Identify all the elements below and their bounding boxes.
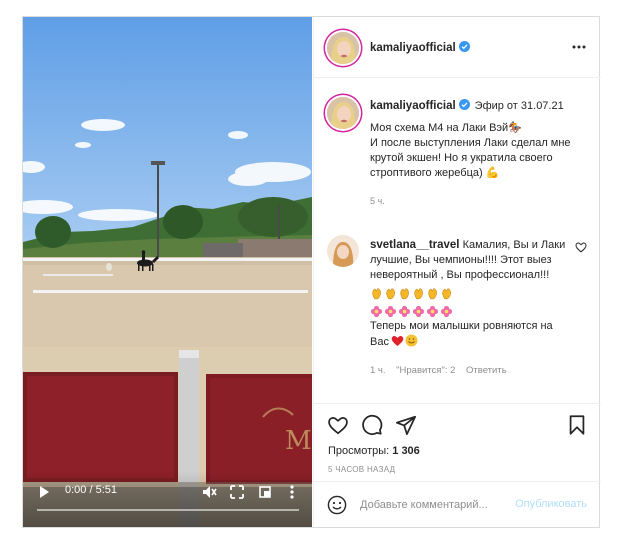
caption-username[interactable]: kamaliyaofficial bbox=[370, 99, 470, 112]
video-player[interactable]: M 0:00 / 5:51 bbox=[23, 17, 312, 527]
video-progress-bar[interactable] bbox=[37, 509, 299, 511]
add-comment-bar: Опубликовать bbox=[314, 481, 601, 527]
comment-input[interactable] bbox=[360, 496, 510, 514]
caption-age[interactable]: 5 ч. bbox=[370, 194, 588, 209]
comments-list[interactable]: kamaliyaofficial Эфир от 31.07.21 Моя схе… bbox=[314, 79, 601, 403]
smile-emoji bbox=[405, 334, 418, 347]
video-frame: M bbox=[23, 17, 312, 527]
publish-button[interactable]: Опубликовать bbox=[515, 498, 587, 510]
comment-likes[interactable]: "Нравится": 2 bbox=[396, 365, 455, 376]
flower-emoji bbox=[440, 305, 453, 318]
comment-age[interactable]: 1 ч. bbox=[370, 365, 386, 376]
clap-emoji bbox=[400, 288, 409, 300]
fullscreen-icon[interactable] bbox=[257, 484, 273, 500]
video-time: 0:00 / 5:51 bbox=[65, 484, 117, 496]
comment-icon[interactable] bbox=[361, 414, 383, 436]
play-icon[interactable] bbox=[37, 485, 51, 499]
picture-in-picture-icon[interactable] bbox=[229, 484, 245, 500]
flower-emoji bbox=[412, 305, 425, 318]
verified-icon bbox=[458, 41, 470, 52]
emoji-picker-icon[interactable] bbox=[327, 495, 347, 515]
clap-emoji bbox=[386, 288, 395, 300]
views-count[interactable]: Просмотры: 1 306 bbox=[328, 445, 420, 457]
clap-emoji bbox=[428, 288, 437, 300]
svg-text:M: M bbox=[285, 426, 312, 456]
author-username[interactable]: kamaliyaofficial bbox=[370, 41, 470, 54]
verified-icon bbox=[458, 99, 470, 110]
commenter-avatar[interactable] bbox=[327, 235, 359, 267]
author-avatar[interactable] bbox=[327, 32, 359, 64]
caption-meta: Эфир от 31.07.21 bbox=[474, 100, 564, 112]
comment-text: svetlana__travel Камалия, Вы и Лаки лучш… bbox=[370, 239, 566, 281]
commenter-username[interactable]: svetlana__travel bbox=[370, 239, 460, 251]
flower-emoji bbox=[370, 305, 383, 318]
more-options-icon[interactable] bbox=[571, 39, 587, 55]
like-icon[interactable] bbox=[327, 414, 349, 436]
post-header: kamaliyaofficial bbox=[314, 17, 601, 78]
share-icon[interactable] bbox=[395, 414, 417, 436]
reply-button[interactable]: Ответить bbox=[466, 365, 507, 376]
clap-emoji bbox=[414, 288, 423, 300]
post-panel: kamaliyaofficial kamaliyaofficial Эфир о… bbox=[313, 17, 601, 527]
heart-emoji bbox=[391, 336, 404, 346]
flower-emoji bbox=[398, 305, 411, 318]
clap-emoji bbox=[442, 288, 451, 300]
emoji-row-flower bbox=[370, 304, 566, 319]
post-date[interactable]: 5 ЧАСОВ НАЗАД bbox=[328, 465, 395, 474]
post-actions: Просмотры: 1 306 5 ЧАСОВ НАЗАД bbox=[314, 403, 601, 481]
clap-emoji bbox=[372, 288, 381, 300]
flower-emoji bbox=[426, 305, 439, 318]
save-icon[interactable] bbox=[566, 414, 588, 436]
caption-text: Моя схема М4 на Лаки Вэй🏇 И после выступ… bbox=[370, 122, 571, 179]
post-dialog: M 0:00 / 5:51 kamaliyaofficial kamaliyao… bbox=[22, 16, 601, 528]
emoji-row-clap bbox=[370, 286, 566, 301]
more-vertical-icon[interactable] bbox=[285, 484, 299, 500]
caption-avatar[interactable] bbox=[327, 97, 359, 129]
mute-icon[interactable] bbox=[201, 484, 217, 500]
comment-meta: 1 ч. "Нравится": 2 Ответить bbox=[370, 363, 566, 378]
comment-text-continued: Теперь мои малышки ровняются на Вас bbox=[370, 320, 553, 348]
video-controls: 0:00 / 5:51 bbox=[23, 471, 312, 527]
flower-emoji bbox=[384, 305, 397, 318]
comment-like-icon[interactable] bbox=[575, 241, 587, 253]
